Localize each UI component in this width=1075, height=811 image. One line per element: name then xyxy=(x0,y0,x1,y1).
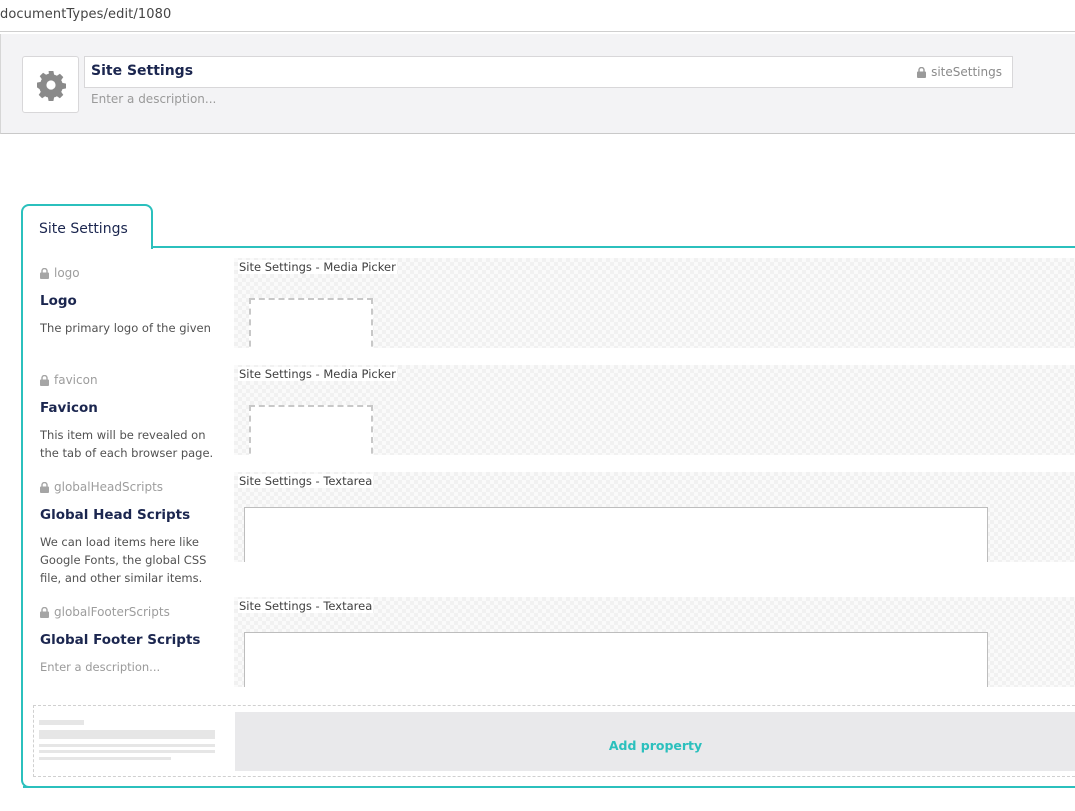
property-alias: globalHeadScripts xyxy=(40,480,163,494)
add-property-label: Add property xyxy=(608,738,703,753)
lock-icon xyxy=(40,374,49,386)
lock-icon xyxy=(40,606,49,618)
property-label: Logo xyxy=(40,293,77,309)
doctype-description-input[interactable]: Enter a description... xyxy=(91,92,216,106)
editor-type-label: Site Settings - Media Picker xyxy=(238,367,397,381)
doctype-name-input[interactable]: Site Settings siteSettings xyxy=(84,56,1013,88)
property-description: We can load items here like Google Fonts… xyxy=(40,535,207,585)
tab-site-settings[interactable]: Site Settings xyxy=(21,204,153,249)
media-picker-placeholder xyxy=(249,298,373,348)
editor-type-label: Site Settings - Media Picker xyxy=(238,260,397,274)
property-editor-preview[interactable]: Site Settings - Media Picker xyxy=(234,258,1075,348)
property-alias: globalFooterScripts xyxy=(40,605,170,619)
property-description: The primary logo of the given site. xyxy=(40,321,211,335)
property-description: Enter a description... xyxy=(40,660,161,674)
property-alias: favicon xyxy=(40,373,98,387)
property-alias: logo xyxy=(40,266,80,280)
editor-type-label: Site Settings - Textarea xyxy=(238,474,374,488)
tab-label: Site Settings xyxy=(39,221,128,237)
url-text: documentTypes/edit/1080 xyxy=(0,7,172,22)
textarea-placeholder xyxy=(244,632,988,687)
skeleton-line xyxy=(39,744,215,747)
media-picker-placeholder xyxy=(249,405,373,455)
property-description: This item will be revealed on the tab of… xyxy=(40,428,214,460)
add-property-area[interactable]: Add property xyxy=(33,705,1075,777)
doctype-alias-text: siteSettings xyxy=(931,65,1002,79)
add-property-button[interactable]: Add property xyxy=(235,712,1075,771)
skeleton-line xyxy=(39,730,215,739)
editor-type-label: Site Settings - Textarea xyxy=(238,599,374,613)
skeleton-line xyxy=(39,757,171,760)
group-bottom-border xyxy=(23,786,1075,788)
lock-icon xyxy=(40,267,49,279)
doctype-header: Site Settings siteSettings Enter a descr… xyxy=(0,34,1075,134)
property-label: Favicon xyxy=(40,400,98,416)
skeleton-line xyxy=(39,750,215,753)
doctype-name: Site Settings xyxy=(91,63,194,79)
property-label: Global Head Scripts xyxy=(40,507,191,523)
property-editor-preview[interactable]: Site Settings - Textarea xyxy=(234,472,1075,562)
textarea-placeholder xyxy=(244,507,988,562)
gear-icon xyxy=(36,70,66,101)
lock-icon xyxy=(917,66,927,78)
lock-icon xyxy=(40,481,49,493)
doctype-icon-picker[interactable] xyxy=(22,56,79,113)
skeleton-line xyxy=(39,720,84,725)
doctype-alias[interactable]: siteSettings xyxy=(917,65,1002,79)
group-top-border xyxy=(151,246,1075,248)
property-editor-preview[interactable]: Site Settings - Textarea xyxy=(234,597,1075,687)
property-editor-preview[interactable]: Site Settings - Media Picker xyxy=(234,365,1075,455)
address-bar[interactable]: documentTypes/edit/1080 xyxy=(0,0,1075,32)
property-label: Global Footer Scripts xyxy=(40,632,201,648)
